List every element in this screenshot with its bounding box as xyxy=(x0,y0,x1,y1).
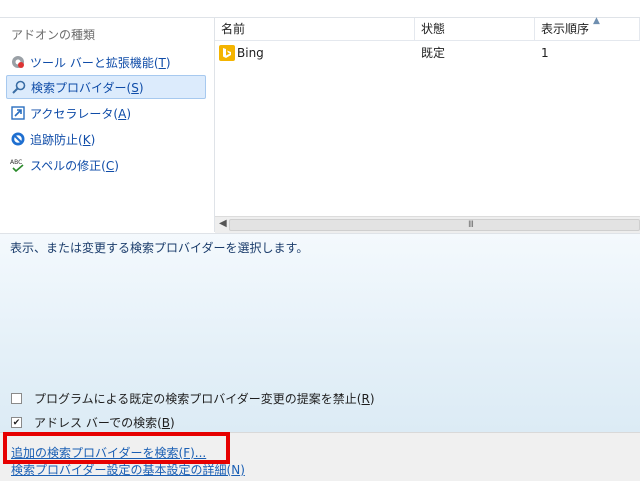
svg-text:ABC: ABC xyxy=(10,159,22,166)
title-strip xyxy=(0,0,640,18)
checkbox-label-suffix: ) xyxy=(170,416,175,430)
column-status[interactable]: 状態 xyxy=(415,18,535,40)
category-label-suffix: ) xyxy=(114,158,119,173)
accelerator-icon xyxy=(10,105,26,121)
provider-order: 1 xyxy=(541,46,549,60)
category-label: スペルの修正( xyxy=(30,158,106,173)
list-column-header: 名前 状態 表示順序 ▲ xyxy=(215,16,640,41)
column-order[interactable]: 表示順序 xyxy=(535,18,640,40)
category-accesskey: T xyxy=(158,55,166,70)
address-bar-search-checkbox[interactable]: ✔ xyxy=(11,417,22,428)
link-label-suffix: ) xyxy=(240,463,245,477)
checkbox-label: アドレス バーでの検索( xyxy=(34,416,162,430)
provider-name: Bing xyxy=(237,46,264,60)
scrollbar-grip: III xyxy=(468,220,474,230)
block-icon xyxy=(10,131,26,147)
link-accesskey: N xyxy=(231,463,241,477)
scroll-left-icon[interactable]: ◀ xyxy=(219,218,227,229)
category-tracking-protection[interactable]: 追跡防止(K) xyxy=(6,127,206,151)
checkbox-accesskey: B xyxy=(161,416,171,430)
category-label-suffix: ) xyxy=(126,106,131,121)
category-label: 検索プロバイダー( xyxy=(31,80,132,95)
category-label: アクセラレータ( xyxy=(30,106,119,121)
category-spelling-correction[interactable]: ABC スペルの修正(C) xyxy=(6,153,206,177)
details-panel: 表示、または変更する検索プロバイダーを選択します。 プログラムによる既定の検索プ… xyxy=(0,233,640,432)
category-accesskey: C xyxy=(105,158,115,173)
checkbox-label-suffix: ) xyxy=(369,392,375,406)
spellcheck-icon: ABC xyxy=(10,157,26,173)
details-description: 表示、または変更する検索プロバイダーを選択します。 xyxy=(10,241,309,255)
provider-status: 既定 xyxy=(421,46,446,60)
category-label-suffix: ) xyxy=(90,132,96,147)
addon-type-header: アドオンの種類 xyxy=(11,28,96,42)
search-icon xyxy=(11,79,27,95)
gear-icon xyxy=(10,54,26,70)
suggest-change-checkbox[interactable] xyxy=(11,393,22,404)
category-label: 追跡防止( xyxy=(30,132,83,147)
suggest-change-checkbox-row[interactable]: プログラムによる既定の検索プロバイダー変更の提案を禁止(R) xyxy=(11,390,375,407)
category-search-providers[interactable]: 検索プロバイダー(S) xyxy=(6,75,206,99)
annotation-highlight-box xyxy=(3,432,230,464)
category-label: ツール バーと拡張機能( xyxy=(30,55,159,70)
category-label-suffix: ) xyxy=(165,55,171,70)
scrollbar-thumb[interactable]: III xyxy=(229,219,640,231)
category-label-suffix: ) xyxy=(138,80,144,95)
category-accelerators[interactable]: アクセラレータ(A) xyxy=(6,101,206,125)
bing-icon xyxy=(219,45,235,61)
address-bar-search-checkbox-row[interactable]: ✔ アドレス バーでの検索(B) xyxy=(11,414,175,431)
horizontal-scrollbar[interactable]: ◀ III xyxy=(215,216,640,233)
sort-ascending-icon: ▲ xyxy=(593,16,600,26)
table-row[interactable]: Bing 既定 1 xyxy=(215,42,640,64)
checkbox-label: プログラムによる既定の検索プロバイダー変更の提案を禁止( xyxy=(34,392,362,406)
addon-type-pane: アドオンの種類 ツール バーと拡張機能(T) 検索プロバイダー(S) アクセラレ… xyxy=(0,18,215,232)
checkbox-accesskey: R xyxy=(361,392,370,406)
link-label: 検索プロバイダー設定の基本設定の詳細( xyxy=(11,463,232,477)
category-toolbars-extensions[interactable]: ツール バーと拡張機能(T) xyxy=(6,50,206,74)
category-accesskey: K xyxy=(82,132,91,147)
column-name[interactable]: 名前 xyxy=(215,18,415,40)
provider-list: 名前 状態 表示順序 ▲ Bing 既定 1 xyxy=(215,16,640,232)
category-accesskey: S xyxy=(131,80,139,95)
